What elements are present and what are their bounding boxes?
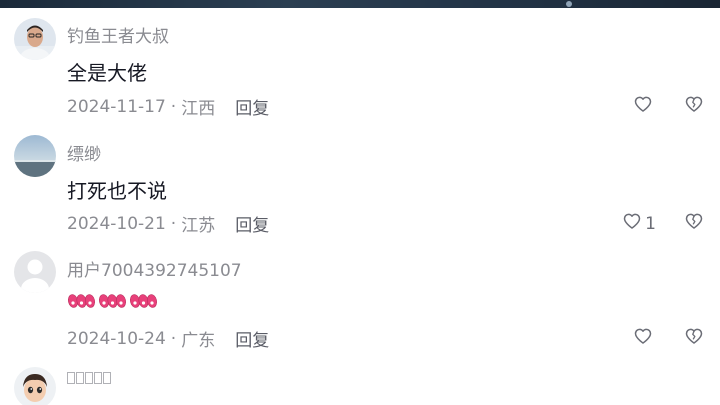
avatar[interactable] [14,367,56,405]
reply-button[interactable]: 回复 [235,326,269,351]
broken-heart-icon [684,213,704,235]
avatar[interactable] [14,18,56,60]
666-sticker-icon [129,290,158,314]
heart-outline-icon [622,211,642,236]
emoji-icon [97,399,117,405]
comment-username[interactable]: 缥缈 [67,140,101,165]
666-sticker-icon [98,290,127,314]
comment-location: 江西 [181,99,216,119]
like-button[interactable] [633,94,656,119]
comment-date: 2024-10-21 [67,213,166,234]
like-button[interactable]: 1 [622,211,656,236]
emoji-icon [67,399,87,405]
comment-meta: 2024-10-24 · 广东 回复 [67,326,269,352]
heart-outline-icon [633,326,653,351]
comment-location: 广东 [181,331,216,351]
broken-heart-icon [684,328,704,350]
comment-location: 江苏 [181,216,216,236]
comment-sticker-row [67,290,158,314]
heart-outline-icon [633,94,653,119]
reply-button[interactable]: 回复 [235,94,269,119]
comment-meta: 2024-10-21 · 江苏 回复 [67,211,269,237]
avatar[interactable] [14,251,56,293]
dislike-button[interactable] [684,94,704,118]
emoji-icon [127,399,147,405]
comment-item [0,350,720,405]
meta-separator: · [170,96,177,117]
comment-date: 2024-10-24 [67,328,166,349]
comment-text: 打死也不说 [67,179,167,203]
comment-meta: 2024-11-17 · 江西 回复 [67,94,269,120]
meta-separator: · [170,213,177,234]
comment-username[interactable]: 钓鱼王者大叔 [67,22,169,47]
like-count: 1 [645,213,656,234]
666-sticker-icon [67,290,96,314]
broken-heart-icon [684,96,704,118]
comment-sticker-row [67,399,147,405]
comment-date: 2024-11-17 [67,96,166,117]
dislike-button[interactable] [684,211,704,235]
meta-separator: · [170,328,177,349]
comment-username-unrendered[interactable] [67,372,112,388]
like-button[interactable] [633,326,656,351]
dislike-button[interactable] [684,326,704,350]
comment-username[interactable]: 用户7004392745107 [67,256,242,281]
comment-item: 用户7004392745107 2024-10-24 · 广东 回复 [0,234,720,352]
comment-text: 全是大佬 [67,61,147,85]
comment-item: 钓鱼王者大叔 全是大佬 2024-11-17 · 江西 回复 [0,0,720,120]
comment-item: 缥缈 打死也不说 2024-10-21 · 江苏 回复 1 [0,118,720,236]
reply-button[interactable]: 回复 [235,211,269,236]
avatar[interactable] [14,135,56,177]
